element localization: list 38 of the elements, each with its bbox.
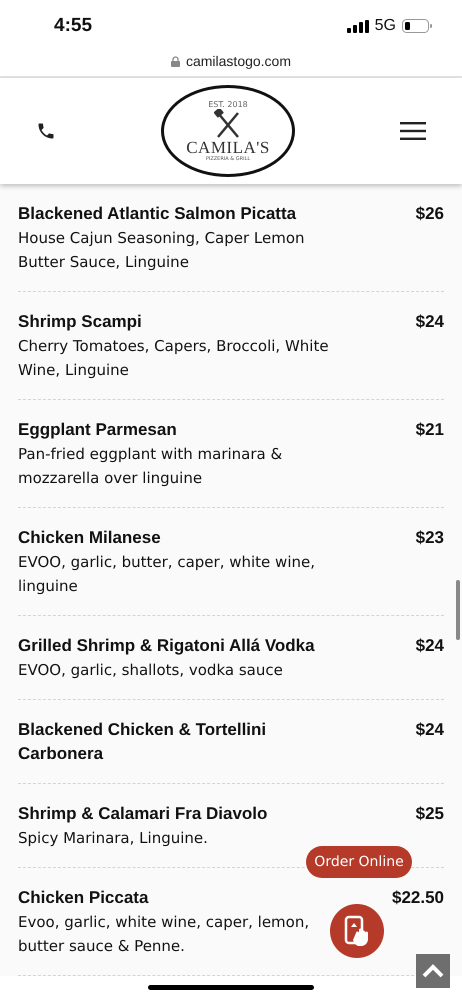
dish-price: $25	[416, 803, 444, 825]
dish-price: $24	[416, 635, 444, 657]
crossed-utensils-icon	[214, 109, 242, 139]
url-text[interactable]: camilastogo.com	[186, 53, 292, 69]
phone-icon[interactable]	[36, 121, 56, 141]
dish-description: Evoo, garlic, white wine, caper, lemon, butter sauce & Penne.	[18, 912, 310, 957]
dish-name: Chicken Milanese	[18, 527, 161, 549]
logo-name: CAMILA'S	[186, 139, 270, 156]
chevron-up-icon	[422, 964, 444, 978]
dish-description: EVOO, garlic, shallots, vodka sauce	[18, 660, 284, 681]
dish-description: House Cajun Seasoning, Caper Lemon Butter Sauce, Linguine	[18, 228, 306, 273]
dish-price: $24	[416, 719, 444, 741]
scroll-to-top-button[interactable]	[416, 954, 450, 988]
dish-price: $21	[416, 419, 444, 441]
menu-icon[interactable]	[400, 122, 426, 140]
dish-name: Shrimp Scampi	[18, 311, 142, 333]
dish-description: Spicy Marinara, Linguine.	[18, 828, 209, 849]
dish-name: Blackened Chicken & Tortellini Carbonera	[18, 719, 268, 765]
dish-name: Grilled Shrimp & Rigatoni Allá Vodka	[18, 635, 315, 657]
dish-price: $23	[416, 527, 444, 549]
logo-established: EST. 2018	[208, 100, 248, 109]
dish-name: Eggplant Parmesan	[18, 419, 177, 441]
dish-description: Pan-fried eggplant with marinara & mozzarella over linguine	[18, 444, 284, 489]
dish-price: $22.50	[392, 887, 444, 909]
dish-description: EVOO, garlic, butter, caper, white wine, linguine	[18, 552, 316, 597]
dish-name: Blackened Atlantic Salmon Picatta	[18, 203, 296, 225]
dish-price: $24	[416, 311, 444, 333]
dish-price: $26	[416, 203, 444, 225]
status-time: 4:55	[54, 15, 92, 37]
dish-description: Cherry Tomatoes, Capers, Broccoli, White Wine, Linguine	[18, 336, 330, 381]
lock-icon	[170, 56, 180, 66]
order-online-button[interactable]: Order Online	[306, 846, 412, 878]
network-label: 5G	[374, 17, 396, 35]
battery-icon	[402, 19, 432, 33]
scrollbar	[456, 580, 460, 640]
dish-name: Shrimp & Calamari Fra Diavolo	[18, 803, 268, 825]
dish-name: Chicken Piccata	[18, 887, 148, 909]
signal-icon	[346, 20, 369, 32]
